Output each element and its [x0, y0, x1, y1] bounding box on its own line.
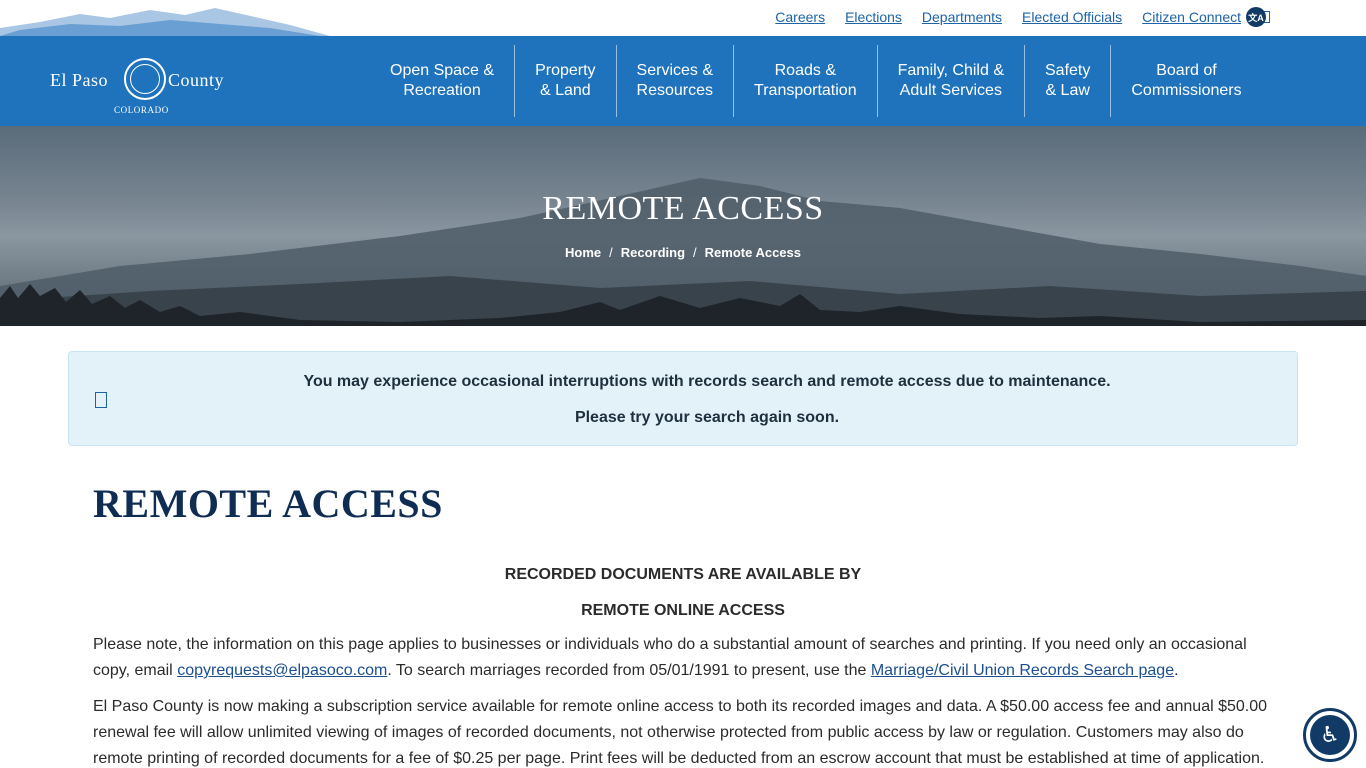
- nav-item-safety[interactable]: Safety & Law: [1025, 45, 1110, 117]
- breadcrumb-recording[interactable]: Recording: [621, 245, 685, 260]
- subheading-1: RECORDED DOCUMENTS ARE AVAILABLE BY: [504, 566, 862, 583]
- breadcrumb: Home / Recording / Remote Access: [564, 245, 802, 260]
- intro-paragraph: Please note, the information on this pag…: [93, 636, 1247, 679]
- hero-title: REMOTE ACCESS: [542, 190, 824, 227]
- utility-link-careers[interactable]: Careers: [775, 9, 825, 25]
- accessibility-icon: ♿: [1310, 715, 1350, 755]
- mountain-decoration: [0, 8, 330, 36]
- maintenance-alert: You may experience occasional interrupti…: [68, 351, 1298, 446]
- breadcrumb-home[interactable]: Home: [565, 245, 601, 260]
- subscription-paragraph: El Paso County is now making a subscript…: [93, 698, 1268, 767]
- utility-bar: Careers Elections Departments Elected Of…: [0, 0, 1366, 36]
- translate-icon[interactable]: 文A: [1246, 7, 1266, 27]
- utility-links: Careers Elections Departments Elected Of…: [775, 9, 1270, 25]
- utility-link-elections[interactable]: Elections: [845, 9, 902, 25]
- main-navigation: El Paso County COLORADO Open Space & Recr…: [0, 36, 1366, 126]
- county-seal-icon: [124, 58, 166, 100]
- nav-item-open-space[interactable]: Open Space & Recreation: [370, 45, 514, 117]
- breadcrumb-current: Remote Access: [704, 245, 802, 260]
- nav-item-roads[interactable]: Roads & Transportation: [734, 45, 877, 117]
- alert-message-line-2: Please try your search again soon.: [574, 409, 840, 426]
- nav-item-family[interactable]: Family, Child & Adult Services: [878, 45, 1024, 117]
- county-logo[interactable]: El Paso County COLORADO: [50, 46, 250, 116]
- nav-item-property[interactable]: Property & Land: [515, 45, 615, 117]
- subheading-2: REMOTE ONLINE ACCESS: [581, 602, 785, 619]
- nav-item-board[interactable]: Board of Commissioners: [1111, 45, 1261, 117]
- nav-menu: Open Space & Recreation Property & Land Se…: [370, 36, 1262, 126]
- utility-link-departments[interactable]: Departments: [922, 9, 1002, 25]
- hero-banner: REMOTE ACCESS Home / Recording / Remote Acce…: [0, 126, 1366, 326]
- email-link[interactable]: copyrequests@elpasoco.com: [177, 662, 387, 679]
- logo-subtitle: COLORADO: [114, 105, 169, 115]
- utility-link-citizen-connect[interactable]: Citizen Connect: [1142, 9, 1241, 25]
- utility-link-elected-officials[interactable]: Elected Officials: [1022, 9, 1122, 25]
- alert-message-line-1: You may experience occasional interrupti…: [303, 373, 1111, 390]
- page-title: REMOTE ACCESS: [93, 481, 443, 526]
- marriage-search-link[interactable]: Marriage/Civil Union Records Search page: [871, 662, 1174, 679]
- info-icon: [95, 392, 107, 408]
- logo-word-left: El Paso: [50, 70, 109, 90]
- logo-word-right: County: [168, 70, 225, 90]
- accessibility-button[interactable]: ♿: [1303, 708, 1357, 762]
- nav-item-services[interactable]: Services & Resources: [617, 45, 733, 117]
